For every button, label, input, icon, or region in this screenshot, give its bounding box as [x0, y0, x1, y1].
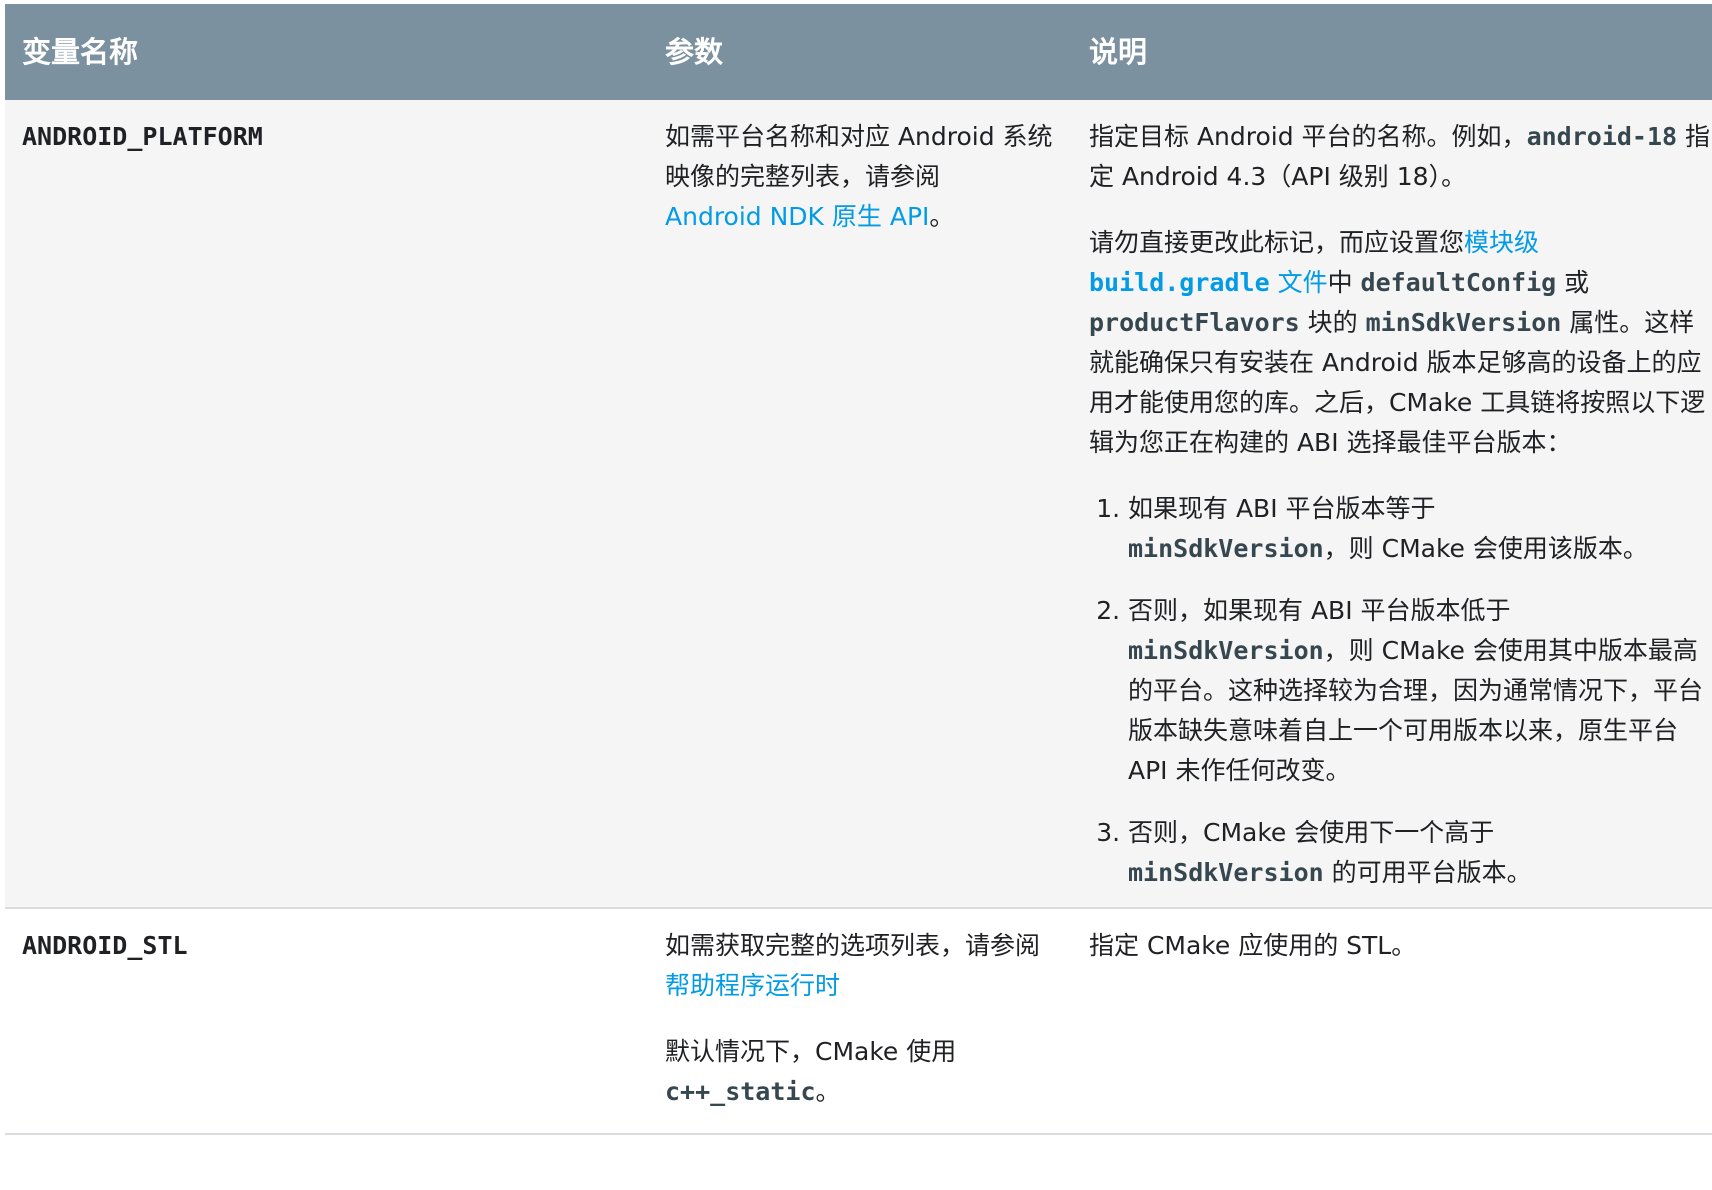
desc-text: 中 [1327, 268, 1361, 297]
params-text: 如需平台名称和对应 Android 系统映像的完整列表，请参阅 [665, 122, 1053, 191]
variable-name-cell: ANDROID_STL [5, 908, 645, 1134]
params-cell: 如需获取完整的选项列表，请参阅帮助程序运行时 默认情况下，CMake 使用 c+… [645, 908, 1069, 1134]
inline-code: minSdkVersion [1128, 636, 1324, 665]
description-paragraph: 指定目标 Android 平台的名称。例如，android-18 指定 Andr… [1089, 117, 1712, 197]
description-cell: 指定 CMake 应使用的 STL。 [1069, 908, 1712, 1134]
params-text-end: 。 [929, 202, 955, 231]
platform-selection-list: 如果现有 ABI 平台版本等于 minSdkVersion，则 CMake 会使… [1089, 489, 1712, 893]
inline-code: android-18 [1526, 122, 1678, 151]
description-text: 指定 CMake 应使用的 STL。 [1089, 931, 1417, 960]
ndk-native-api-link[interactable]: Android NDK 原生 API [665, 202, 929, 231]
header-params: 参数 [665, 34, 724, 69]
link-text[interactable]: 模块级 [1464, 228, 1539, 257]
table-header-row: 变量名称 参数 说明 [5, 4, 1712, 100]
variables-table: 变量名称 参数 说明 ANDROID_PLATFORM 如需平台名称和对应 An… [5, 4, 1712, 1135]
description-paragraph: 请勿直接更改此标记，而应设置您模块级 build.gradle 文件中 defau… [1089, 223, 1712, 463]
inline-code: productFlavors [1089, 308, 1300, 337]
inline-code: minSdkVersion [1365, 308, 1562, 337]
desc-text: 指定目标 Android 平台的名称。例如， [1089, 122, 1527, 151]
inline-code: minSdkVersion [1128, 534, 1324, 563]
params-paragraph: 如需获取完整的选项列表，请参阅帮助程序运行时 [665, 926, 1063, 1006]
variable-name: ANDROID_STL [22, 931, 188, 960]
variable-name-cell: ANDROID_PLATFORM [5, 100, 645, 908]
desc-text: 或 [1556, 268, 1590, 297]
description-cell: 指定目标 Android 平台的名称。例如，android-18 指定 Andr… [1069, 100, 1712, 908]
list-text: 否则，CMake 会使用下一个高于 [1128, 818, 1495, 847]
desc-text: 请勿直接更改此标记，而应设置您 [1089, 228, 1465, 257]
table-row: ANDROID_STL 如需获取完整的选项列表，请参阅帮助程序运行时 默认情况下… [5, 908, 1712, 1134]
helper-runtimes-link[interactable]: 帮助程序运行时 [665, 971, 840, 1000]
list-text: ，则 CMake 会使用该版本。 [1323, 534, 1648, 563]
list-text: 否则，如果现有 ABI 平台版本低于 [1128, 596, 1511, 625]
page: 变量名称 参数 说明 ANDROID_PLATFORM 如需平台名称和对应 An… [0, 0, 1712, 1190]
params-text: 。 [815, 1077, 841, 1106]
list-item: 如果现有 ABI 平台版本等于 minSdkVersion，则 CMake 会使… [1128, 489, 1712, 569]
params-text: 如需获取完整的选项列表，请参阅 [665, 931, 1041, 960]
link-code[interactable]: build.gradle [1089, 268, 1270, 297]
list-text: 的可用平台版本。 [1323, 858, 1532, 887]
desc-text: 块的 [1299, 308, 1366, 337]
inline-code: minSdkVersion [1128, 858, 1324, 887]
list-item: 否则，CMake 会使用下一个高于 minSdkVersion 的可用平台版本。 [1128, 813, 1712, 893]
params-cell: 如需平台名称和对应 Android 系统映像的完整列表，请参阅 Android N… [645, 100, 1069, 908]
inline-code: c++_static [665, 1077, 816, 1106]
header-description: 说明 [1089, 34, 1148, 69]
params-text: 默认情况下，CMake 使用 [665, 1037, 957, 1066]
table-row: ANDROID_PLATFORM 如需平台名称和对应 Android 系统映像的… [5, 100, 1712, 908]
inline-code: defaultConfig [1360, 268, 1557, 297]
list-text: 如果现有 ABI 平台版本等于 [1128, 494, 1436, 523]
link-text[interactable]: 文件 [1270, 268, 1328, 297]
variable-name: ANDROID_PLATFORM [22, 122, 263, 151]
list-item: 否则，如果现有 ABI 平台版本低于 minSdkVersion，则 CMake… [1128, 591, 1712, 791]
params-paragraph: 默认情况下，CMake 使用 c++_static。 [665, 1032, 1063, 1112]
header-variable-name: 变量名称 [22, 34, 139, 69]
